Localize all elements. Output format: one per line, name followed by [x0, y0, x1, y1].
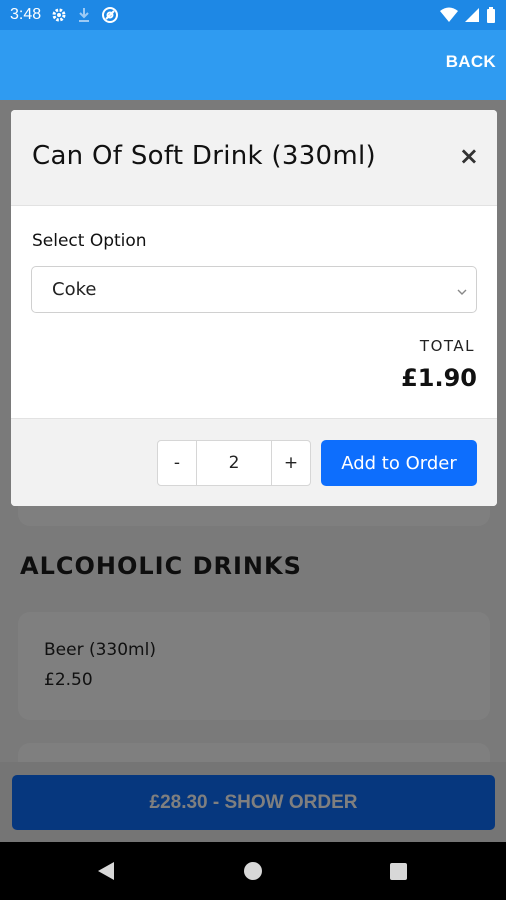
- wifi-icon: [440, 7, 458, 23]
- battery-icon: [486, 7, 496, 23]
- selected-option: Coke: [52, 279, 97, 300]
- app-bar: BACK: [0, 30, 506, 100]
- option-select[interactable]: Coke: [31, 266, 477, 313]
- download-icon: [77, 7, 91, 23]
- total-value: £1.90: [401, 364, 477, 392]
- item-modal: Can Of Soft Drink (330ml) × Select Optio…: [11, 110, 497, 506]
- increment-button[interactable]: +: [271, 441, 310, 485]
- status-bar: 3:48: [0, 0, 506, 30]
- at-sign-icon: [101, 6, 119, 24]
- home-circle-icon[interactable]: [244, 862, 262, 880]
- back-button[interactable]: BACK: [446, 52, 496, 72]
- decrement-button[interactable]: -: [158, 441, 197, 485]
- settings-icon: [51, 7, 67, 23]
- total-label: TOTAL: [419, 337, 475, 355]
- status-time: 3:48: [10, 6, 42, 23]
- signal-icon: [464, 7, 480, 23]
- back-triangle-icon[interactable]: [97, 861, 115, 885]
- chevron-down-icon: [456, 283, 468, 302]
- close-icon[interactable]: ×: [459, 144, 479, 168]
- modal-header: Can Of Soft Drink (330ml) ×: [11, 110, 497, 206]
- add-to-order-button[interactable]: Add to Order: [321, 440, 477, 486]
- modal-title: Can Of Soft Drink (330ml): [32, 141, 376, 171]
- select-option-label: Select Option: [32, 231, 147, 251]
- modal-footer: - 2 + Add to Order: [11, 418, 497, 506]
- quantity-stepper: - 2 +: [157, 440, 311, 486]
- quantity-input[interactable]: 2: [197, 441, 271, 485]
- recents-square-icon[interactable]: [390, 863, 407, 880]
- navigation-bar: [0, 842, 506, 900]
